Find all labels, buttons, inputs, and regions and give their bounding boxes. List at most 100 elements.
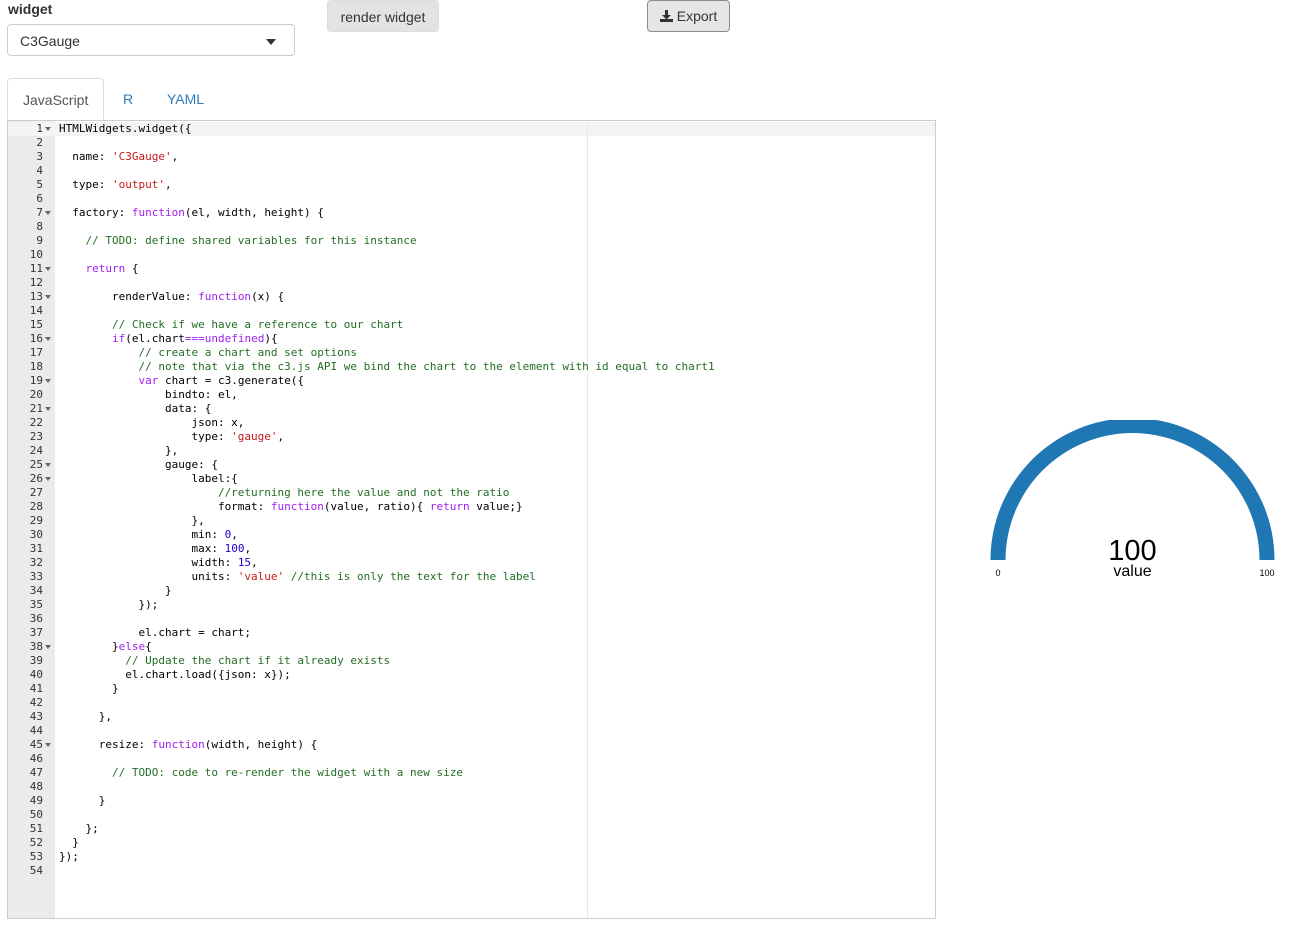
code-line: 21 data: { (8, 402, 935, 416)
line-number: 13 (29, 290, 43, 303)
tab-yaml[interactable]: YAML (152, 78, 219, 120)
code-text: renderValue: function(x) { (59, 290, 285, 303)
widget-select-value: C3Gauge (20, 33, 80, 49)
code-line: 15 // Check if we have a reference to ou… (8, 318, 935, 332)
export-button[interactable]: Export (647, 0, 730, 32)
code-line: 6 (8, 192, 935, 206)
code-line: 44 (8, 724, 935, 738)
line-number: 25 (29, 458, 43, 471)
code-text: // create a chart and set options (59, 346, 358, 359)
gauge-units-label: value (1113, 563, 1151, 580)
code-text: units: 'value' //this is only the text f… (59, 570, 536, 583)
code-text: }); (59, 598, 159, 611)
code-line: 12 (8, 276, 935, 290)
line-number: 43 (29, 710, 43, 723)
code-line: 13 renderValue: function(x) { (8, 290, 935, 304)
code-text: // Check if we have a reference to our c… (59, 318, 404, 331)
line-number: 36 (29, 612, 43, 625)
code-line: 20 bindto: el, (8, 388, 935, 402)
fold-toggle-icon[interactable] (45, 379, 51, 383)
code-line: 10 (8, 248, 935, 262)
line-number: 49 (29, 794, 43, 807)
code-text: gauge: { (59, 458, 218, 471)
code-line: 46 (8, 752, 935, 766)
code-line: 51 }; (8, 822, 935, 836)
fold-toggle-icon[interactable] (45, 743, 51, 747)
render-widget-button[interactable]: render widget (327, 0, 439, 32)
code-line: 32 width: 15, (8, 556, 935, 570)
code-line: 19 var chart = c3.generate({ (8, 374, 935, 388)
code-line: 5 type: 'output', (8, 178, 935, 192)
line-number: 53 (29, 850, 43, 863)
line-number: 24 (29, 444, 43, 457)
code-text: resize: function(width, height) { (59, 738, 318, 751)
code-text: max: 100, (59, 542, 252, 555)
code-text: el.chart.load({json: x}); (59, 668, 291, 681)
line-number: 3 (36, 150, 43, 163)
line-number: 37 (29, 626, 43, 639)
line-number: 12 (29, 276, 43, 289)
line-number: 47 (29, 766, 43, 779)
line-number: 39 (29, 654, 43, 667)
code-line: 28 format: function(value, ratio){ retur… (8, 500, 935, 514)
code-line: 39 // Update the chart if it already exi… (8, 654, 935, 668)
line-number: 2 (36, 136, 43, 149)
code-line: 43 }, (8, 710, 935, 724)
code-text: } (59, 836, 79, 849)
code-text: //returning here the value and not the r… (59, 486, 510, 499)
fold-toggle-icon[interactable] (45, 295, 51, 299)
line-number: 28 (29, 500, 43, 513)
gauge-max-label: 100 (1259, 568, 1274, 578)
line-number: 38 (29, 640, 43, 653)
line-number: 46 (29, 752, 43, 765)
fold-toggle-icon[interactable] (45, 337, 51, 341)
code-text: }else{ (59, 640, 152, 653)
code-text: name: 'C3Gauge', (59, 150, 179, 163)
line-number: 20 (29, 388, 43, 401)
code-line: 1 HTMLWidgets.widget({ (8, 122, 935, 136)
code-line: 41 } (8, 682, 935, 696)
line-number: 29 (29, 514, 43, 527)
widget-select[interactable]: C3Gauge (7, 24, 295, 56)
line-number: 8 (36, 220, 43, 233)
tab-r[interactable]: R (108, 78, 148, 120)
line-number: 45 (29, 738, 43, 751)
code-line: 24 }, (8, 444, 935, 458)
line-number: 42 (29, 696, 43, 709)
fold-toggle-icon[interactable] (45, 407, 51, 411)
export-button-label: Export (676, 8, 718, 24)
fold-toggle-icon[interactable] (45, 463, 51, 467)
code-text: }, (59, 444, 179, 457)
tab-javascript[interactable]: JavaScript (7, 78, 105, 120)
code-line: 45 resize: function(width, height) { (8, 738, 935, 752)
fold-toggle-icon[interactable] (45, 127, 51, 131)
code-editor[interactable]: 1 HTMLWidgets.widget({2 3 name: 'C3Gauge',… (7, 120, 936, 919)
line-number: 30 (29, 528, 43, 541)
code-line: 31 max: 100, (8, 542, 935, 556)
chevron-down-icon (266, 39, 276, 45)
line-number: 4 (36, 164, 43, 177)
code-text: if(el.chart===undefined){ (111, 332, 278, 345)
code-line: 26 label:{ (8, 472, 935, 486)
code-line: 3 name: 'C3Gauge', (8, 150, 935, 164)
code-text: }; (59, 822, 99, 835)
code-line: 23 type: 'gauge', (8, 430, 935, 444)
line-number: 31 (29, 542, 43, 555)
code-line: 52 } (8, 836, 935, 850)
code-text: }, (59, 710, 112, 723)
line-number: 50 (29, 808, 43, 821)
code-text: format: function(value, ratio){ return v… (59, 500, 523, 513)
code-line: 42 (8, 696, 935, 710)
code-line: 7 factory: function(el, width, height) { (8, 206, 935, 220)
gauge-min-label: 0 (995, 568, 1000, 578)
line-number: 44 (29, 724, 43, 737)
fold-toggle-icon[interactable] (45, 477, 51, 481)
code-text: var chart = c3.generate({ (138, 374, 305, 387)
code-text: }, (59, 514, 205, 527)
code-line: 17 // create a chart and set options (8, 346, 935, 360)
fold-toggle-icon[interactable] (45, 211, 51, 215)
code-text: factory: function(el, width, height) { (59, 206, 324, 219)
code-line: 8 (8, 220, 935, 234)
fold-toggle-icon[interactable] (45, 267, 51, 271)
fold-toggle-icon[interactable] (45, 645, 51, 649)
